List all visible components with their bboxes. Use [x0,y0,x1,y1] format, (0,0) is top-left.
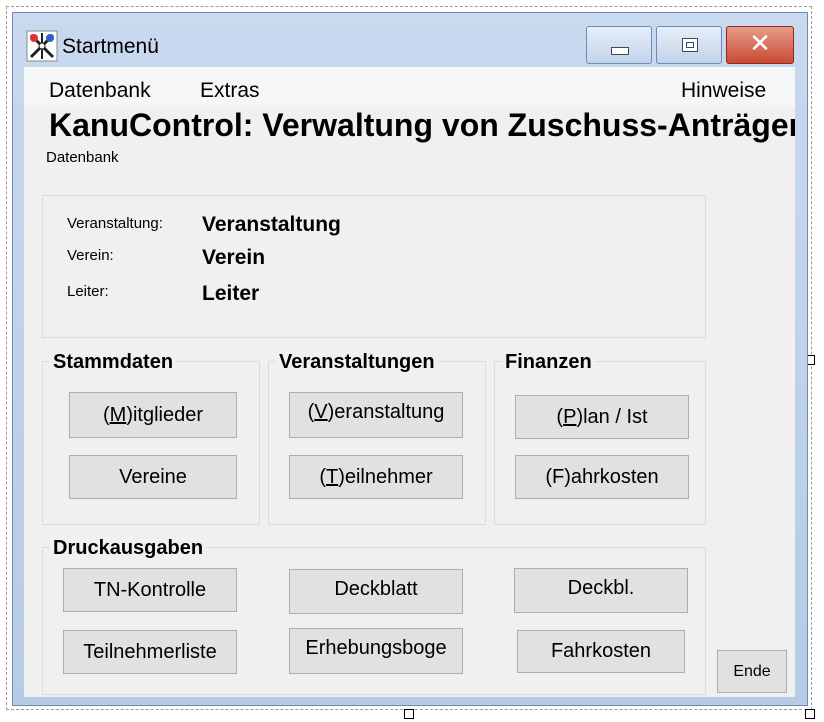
title-bar[interactable]: Startmenü ✕ [13,13,807,67]
close-button[interactable]: ✕ [726,26,794,64]
veranstaltungen-title: Veranstaltungen [276,351,438,374]
fahrkosten-finanzen-button[interactable]: (F)ahrkosten [515,455,689,499]
verein-label: Verein: [67,247,114,264]
teilnehmer-pre: ( [319,465,326,488]
menu-datenbank[interactable]: Datenbank [49,79,151,103]
veranstaltung-post: )eranstaltung [327,401,445,423]
teilnehmer-mnemonic: T [325,465,339,488]
mitglieder-post: )itglieder [126,403,204,426]
verein-value: Verein [202,246,266,269]
veranstaltung-value: Veranstaltung [202,213,341,236]
vereine-button[interactable]: Vereine [69,455,237,499]
plan-ist-pre: ( [556,405,564,428]
teilnehmer-post: )eilnehmer [338,465,433,488]
maximize-icon [682,38,698,52]
app-window: Startmenü ✕ Datenbank Extras Hinweise Ka… [12,12,808,706]
menu-hinweise[interactable]: Hinweise [681,79,766,103]
finanzen-group [494,361,706,525]
tn-kontrolle-button[interactable]: TN-Kontrolle [63,568,237,612]
veranstaltungen-group [268,361,486,525]
maximize-button[interactable] [656,26,722,64]
plan-ist-post: )lan / Ist [576,405,648,428]
database-label: Datenbank [46,149,119,166]
erhebungsboge-button[interactable]: Erhebungsboge [289,628,463,674]
leiter-value: Leiter [202,282,260,305]
mitglieder-button[interactable]: (M)itglieder [69,392,237,438]
minimize-button[interactable] [586,26,652,64]
client-area: Datenbank Extras Hinweise KanuControl: V… [24,67,795,697]
menu-bar: Datenbank Extras Hinweise [24,67,795,107]
minimize-icon [611,47,629,55]
mitglieder-mnemonic: M [109,403,127,426]
menu-extras[interactable]: Extras [200,79,260,103]
druckausgaben-title: Druckausgaben [50,537,207,560]
page-title: KanuControl: Verwaltung von Zuschuss-Ant… [49,107,795,143]
veranstaltung-pre: ( [307,401,315,423]
ende-button[interactable]: Ende [717,650,787,693]
stammdaten-group [42,361,260,525]
close-icon: ✕ [749,29,771,59]
resize-handle-bottom[interactable] [404,709,414,719]
teilnehmerliste-button[interactable]: Teilnehmerliste [63,630,237,674]
plan-ist-mnemonic: P [563,405,577,428]
plan-ist-button[interactable]: (P)lan / Ist [515,395,689,439]
info-panel: Veranstaltung: Veranstaltung Verein: Ver… [42,195,706,338]
window-title: Startmenü [62,35,159,58]
veranstaltung-mnemonic: V [314,401,328,423]
deckblatt-button[interactable]: Deckblatt [289,569,463,614]
veranstaltung-label: Veranstaltung: [67,215,163,232]
veranstaltung-button[interactable]: (V)eranstaltung [289,392,463,438]
resize-handle-corner[interactable] [805,709,815,719]
teilnehmer-button[interactable]: (T)eilnehmer [289,455,463,499]
deckbl-button[interactable]: Deckbl. [514,568,688,613]
mitglieder-pre: ( [102,403,110,426]
finanzen-title: Finanzen [502,351,595,374]
app-icon [26,30,58,62]
stammdaten-title: Stammdaten [50,351,177,374]
leiter-label: Leiter: [67,283,109,300]
fahrkosten-druck-button[interactable]: Fahrkosten [517,630,685,673]
